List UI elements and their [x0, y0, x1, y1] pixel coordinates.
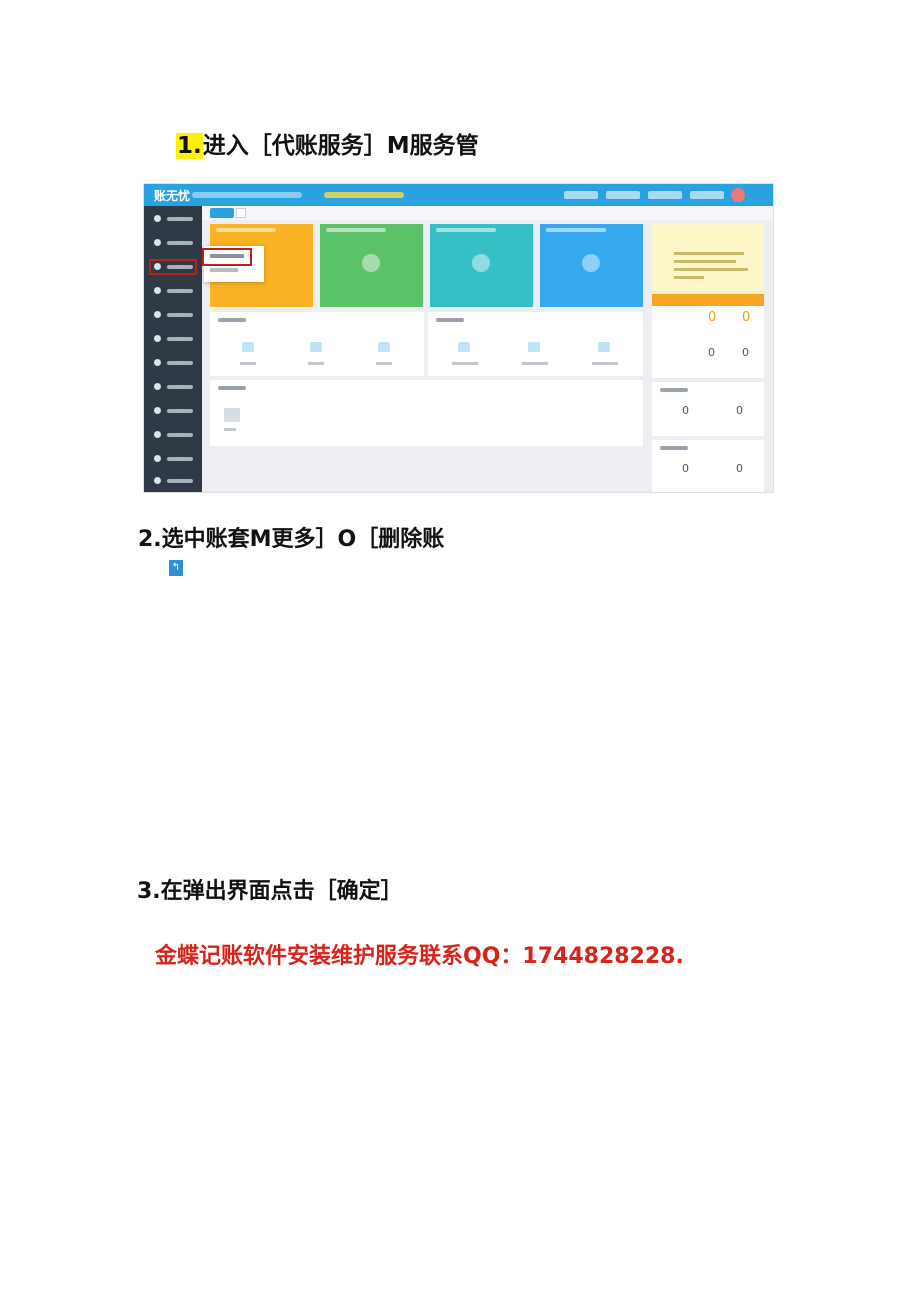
sidebar-item[interactable] — [150, 452, 198, 466]
step-2-image-icon: ↰ — [169, 560, 183, 576]
service-icon[interactable] — [528, 342, 540, 352]
topbar-button-2[interactable] — [606, 191, 640, 199]
sidebar-icon — [154, 455, 161, 462]
quick-menu-panel — [210, 380, 643, 446]
app-sidebar — [144, 206, 202, 492]
sidebar-item[interactable] — [150, 380, 198, 394]
sidebar-icon — [154, 311, 161, 318]
sidebar-icon — [154, 383, 161, 390]
sidebar-icon — [154, 335, 161, 342]
topbar-button-3[interactable] — [648, 191, 682, 199]
stats-header — [652, 294, 764, 306]
tab-home[interactable] — [210, 208, 234, 218]
topbar-button-1[interactable] — [564, 191, 598, 199]
sidebar-item[interactable] — [150, 356, 198, 370]
stat-value: 0 — [736, 404, 743, 417]
contact-line: 金蝶记账软件安装维护服务联系QQ：1744828228. — [155, 944, 684, 969]
step-1-text: 进入［代账服务］M服务管 — [202, 133, 479, 159]
sidebar-item[interactable] — [150, 428, 198, 442]
user-icon — [154, 407, 161, 414]
stat-value: 0 — [736, 462, 743, 475]
user-avatar[interactable] — [731, 188, 745, 202]
service-icon[interactable] — [310, 342, 322, 352]
quick-menu-icon[interactable] — [224, 408, 240, 422]
service-icon[interactable] — [378, 342, 390, 352]
app-topbar: 账无忧 — [144, 184, 773, 206]
stat-value: 0 — [742, 346, 749, 359]
tab-dropdown-icon[interactable] — [236, 208, 246, 218]
reminder-panel: 0 0 — [652, 382, 764, 436]
sidebar-item[interactable] — [150, 308, 198, 322]
sidebar-icon — [154, 287, 161, 294]
sidebar-item[interactable] — [150, 212, 198, 226]
topbar-button-4[interactable] — [690, 191, 724, 199]
sidebar-item[interactable] — [150, 404, 198, 418]
sidebar-icon — [154, 215, 161, 222]
ticket-panel: 0 0 — [652, 440, 764, 492]
stat-value: 0 — [682, 404, 689, 417]
service-icon[interactable] — [242, 342, 254, 352]
sidebar-highlight-box — [149, 259, 197, 275]
step-3-heading: 3.在弹出界面点击［确定］ — [137, 879, 403, 904]
dropdown-item-2[interactable] — [210, 268, 238, 272]
tile-green[interactable] — [320, 224, 423, 307]
tile-teal[interactable] — [430, 224, 533, 307]
sidebar-icon — [154, 431, 161, 438]
business-service-panel — [428, 312, 643, 376]
step-2-heading: 2.选中账套M更多］O［删除账 — [138, 527, 445, 552]
sidebar-item[interactable] — [150, 332, 198, 346]
sidebar-icon — [154, 477, 161, 484]
dropdown-highlight-box — [202, 248, 252, 266]
agency-service-panel — [210, 312, 424, 376]
step-1-number: 1. — [176, 133, 203, 159]
app-logo: 账无忧 — [154, 189, 191, 203]
sidebar-icon — [154, 359, 161, 366]
stat-value: 0 — [708, 310, 717, 325]
topbar-notice — [324, 192, 404, 198]
service-icon[interactable] — [458, 342, 470, 352]
sidebar-item[interactable] — [150, 474, 198, 488]
notice-card — [652, 224, 764, 294]
app-screenshot: 账无忧 0 0 0 0 0 0 0 0 — [143, 183, 774, 493]
tab-bar — [202, 206, 773, 220]
stat-value: 0 — [682, 462, 689, 475]
tile-blue[interactable] — [540, 224, 643, 307]
sidebar-icon — [154, 239, 161, 246]
step-1-heading: 1.进入［代账服务］M服务管 — [176, 126, 479, 160]
sidebar-item[interactable] — [150, 284, 198, 298]
sidebar-item[interactable] — [150, 236, 198, 250]
service-icon[interactable] — [598, 342, 610, 352]
stat-value: 0 — [708, 346, 715, 359]
stats-panel: 0 0 0 0 — [652, 306, 764, 378]
topbar-account-blur — [192, 192, 302, 198]
stat-value: 0 — [742, 310, 751, 325]
